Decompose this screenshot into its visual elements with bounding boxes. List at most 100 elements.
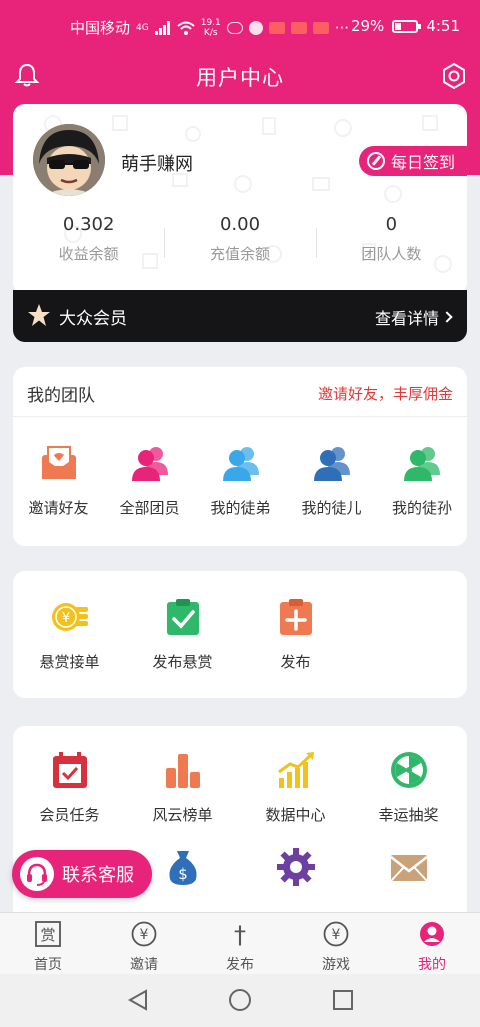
svg-text:†: † bbox=[234, 921, 246, 947]
app-notification-icon bbox=[290, 21, 307, 34]
tasks-card: ¥ 悬赏接单 发布悬赏 发布 bbox=[13, 571, 467, 698]
back-icon[interactable] bbox=[126, 988, 150, 1012]
svg-text:¥: ¥ bbox=[140, 927, 149, 943]
stat-earnings-balance[interactable]: 0.302 收益余额 bbox=[13, 214, 164, 274]
tab-invite[interactable]: ¥ 邀请 bbox=[96, 913, 192, 974]
tab-games[interactable]: ¥ 游戏 bbox=[288, 913, 384, 974]
user-icon bbox=[420, 922, 444, 946]
team-item-my-apprentices[interactable]: 我的徒弟 bbox=[195, 443, 286, 518]
membership-bar[interactable]: 大众会员 查看详情 bbox=[13, 290, 467, 342]
team-item-label: 我的徒弟 bbox=[210, 499, 271, 517]
username: 萌手赚网 bbox=[121, 154, 193, 175]
service-item-label: 会员任务 bbox=[39, 806, 100, 824]
app-notification-icon bbox=[312, 21, 329, 34]
battery-icon bbox=[392, 19, 422, 33]
settings-gear-icon[interactable] bbox=[440, 62, 468, 90]
calendar-check-icon bbox=[52, 752, 87, 788]
stat-recharge-balance[interactable]: 0.00 充值余额 bbox=[164, 214, 315, 274]
recent-apps-icon[interactable] bbox=[331, 988, 355, 1012]
reward-icon: 赏 bbox=[35, 921, 61, 947]
team-item-my-disciples[interactable]: 我的徒儿 bbox=[286, 443, 377, 518]
tab-home[interactable]: 赏 首页 bbox=[0, 913, 96, 974]
svg-text:赏: 赏 bbox=[40, 926, 55, 944]
task-item-accept-reward[interactable]: ¥ 悬赏接单 bbox=[13, 597, 126, 672]
service-item-settings[interactable] bbox=[239, 847, 352, 887]
stat-label: 充值余额 bbox=[209, 245, 270, 263]
stat-value: 0.00 bbox=[219, 214, 261, 235]
network-type: 4G bbox=[136, 22, 149, 33]
growth-chart-icon bbox=[277, 752, 314, 788]
stat-value: 0 bbox=[385, 214, 398, 235]
battery-percent: 29% bbox=[350, 17, 385, 35]
service-item-messages[interactable] bbox=[352, 847, 465, 887]
money-bag-icon: $ bbox=[168, 851, 197, 885]
cartoon-avatar-image bbox=[33, 124, 105, 196]
team-item-label: 我的徒儿 bbox=[301, 499, 362, 517]
page-title: 用户中心 bbox=[196, 66, 284, 90]
group-icon bbox=[131, 447, 168, 481]
tab-publish[interactable]: † 发布 bbox=[192, 913, 288, 974]
svg-text:¥: ¥ bbox=[61, 611, 69, 626]
stat-value: 0.302 bbox=[62, 214, 115, 235]
contact-service-label: 联系客服 bbox=[62, 865, 134, 886]
clipboard-plus-icon bbox=[279, 599, 312, 635]
app-notification-icon bbox=[268, 21, 285, 34]
tab-label: 邀请 bbox=[130, 957, 158, 973]
service-item-label: 数据中心 bbox=[265, 806, 326, 824]
team-item-label: 全部团员 bbox=[119, 499, 180, 517]
task-item-publish[interactable]: 发布 bbox=[239, 597, 352, 672]
team-item-all-members[interactable]: 全部团员 bbox=[104, 443, 195, 518]
lucky-wheel-icon bbox=[390, 752, 427, 788]
status-bar: 中国移动 4G 19.1 K/s ··· 29% 4:51 bbox=[0, 0, 480, 54]
team-item-label: 邀请好友 bbox=[28, 499, 89, 517]
invite-slogan-link[interactable]: 邀请好友，丰厚佣金 bbox=[318, 383, 453, 404]
system-nav-bar bbox=[0, 974, 480, 1027]
bottom-tab-bar: 赏 首页 ¥ 邀请 † 发布 ¥ 游戏 我的 bbox=[0, 912, 480, 974]
title-bar: 用户中心 bbox=[0, 54, 480, 98]
more-notifications-icon: ··· bbox=[334, 18, 350, 37]
task-item-publish-reward[interactable]: 发布悬赏 bbox=[126, 597, 239, 672]
signin-label: 每日签到 bbox=[390, 153, 455, 172]
tab-label: 游戏 bbox=[322, 957, 350, 973]
battery-fill bbox=[395, 22, 402, 30]
team-item-my-grand-apprentices[interactable]: 我的徒孙 bbox=[377, 443, 467, 518]
home-icon[interactable] bbox=[228, 988, 252, 1012]
service-item-label: 幸运抽奖 bbox=[378, 806, 439, 824]
profile-card: 萌手赚网 每日签到 0.302 收益余额 0.00 充值余额 0 团队人数 bbox=[13, 104, 467, 294]
star-icon bbox=[28, 304, 50, 326]
avatar[interactable] bbox=[33, 124, 105, 196]
daily-signin-button[interactable]: 每日签到 bbox=[358, 146, 467, 176]
service-item-member-tasks[interactable]: 会员任务 bbox=[13, 750, 126, 825]
tab-mine[interactable]: 我的 bbox=[384, 913, 480, 974]
team-item-invite-friends[interactable]: 邀请好友 bbox=[13, 443, 104, 518]
service-item-leaderboard[interactable]: 风云榜单 bbox=[126, 750, 239, 825]
contact-service-button[interactable]: 联系客服 bbox=[12, 850, 152, 898]
team-card: 我的团队 邀请好友，丰厚佣金 邀请好友 全部团员 我的徒弟 我的徒儿 我的徒孙 bbox=[13, 367, 467, 546]
balance-stats: 0.302 收益余额 0.00 充值余额 0 团队人数 bbox=[13, 214, 467, 274]
service-item-lucky-draw[interactable]: 幸运抽奖 bbox=[352, 750, 465, 825]
stat-label: 收益余额 bbox=[58, 245, 119, 263]
clock: 4:51 bbox=[426, 17, 460, 35]
tab-label: 发布 bbox=[226, 957, 254, 973]
gear-icon bbox=[276, 848, 315, 886]
view-details-link[interactable]: 查看详情 bbox=[374, 305, 453, 329]
service-item-data-center[interactable]: 数据中心 bbox=[239, 750, 352, 825]
invite-mail-icon bbox=[41, 446, 76, 479]
task-item-label: 悬赏接单 bbox=[39, 653, 100, 671]
dagger-icon: † bbox=[234, 921, 246, 949]
clipboard-check-icon bbox=[166, 599, 199, 635]
group-icon bbox=[404, 447, 440, 481]
svg-text:$: $ bbox=[178, 865, 188, 883]
network-speed: 19.1 K/s bbox=[200, 17, 221, 38]
svg-text:¥: ¥ bbox=[332, 927, 341, 943]
view-details-label: 查看详情 bbox=[374, 309, 439, 328]
task-item-label: 发布悬赏 bbox=[152, 653, 213, 671]
envelope-icon bbox=[389, 855, 428, 882]
pencil-icon bbox=[366, 152, 385, 170]
stat-team-size[interactable]: 0 团队人数 bbox=[315, 214, 467, 274]
app-notification-icon bbox=[248, 20, 263, 35]
bar-chart-icon bbox=[165, 754, 200, 788]
task-item-label: 发布 bbox=[280, 653, 311, 671]
signal-icon bbox=[154, 20, 170, 35]
team-title: 我的团队 bbox=[27, 386, 95, 406]
